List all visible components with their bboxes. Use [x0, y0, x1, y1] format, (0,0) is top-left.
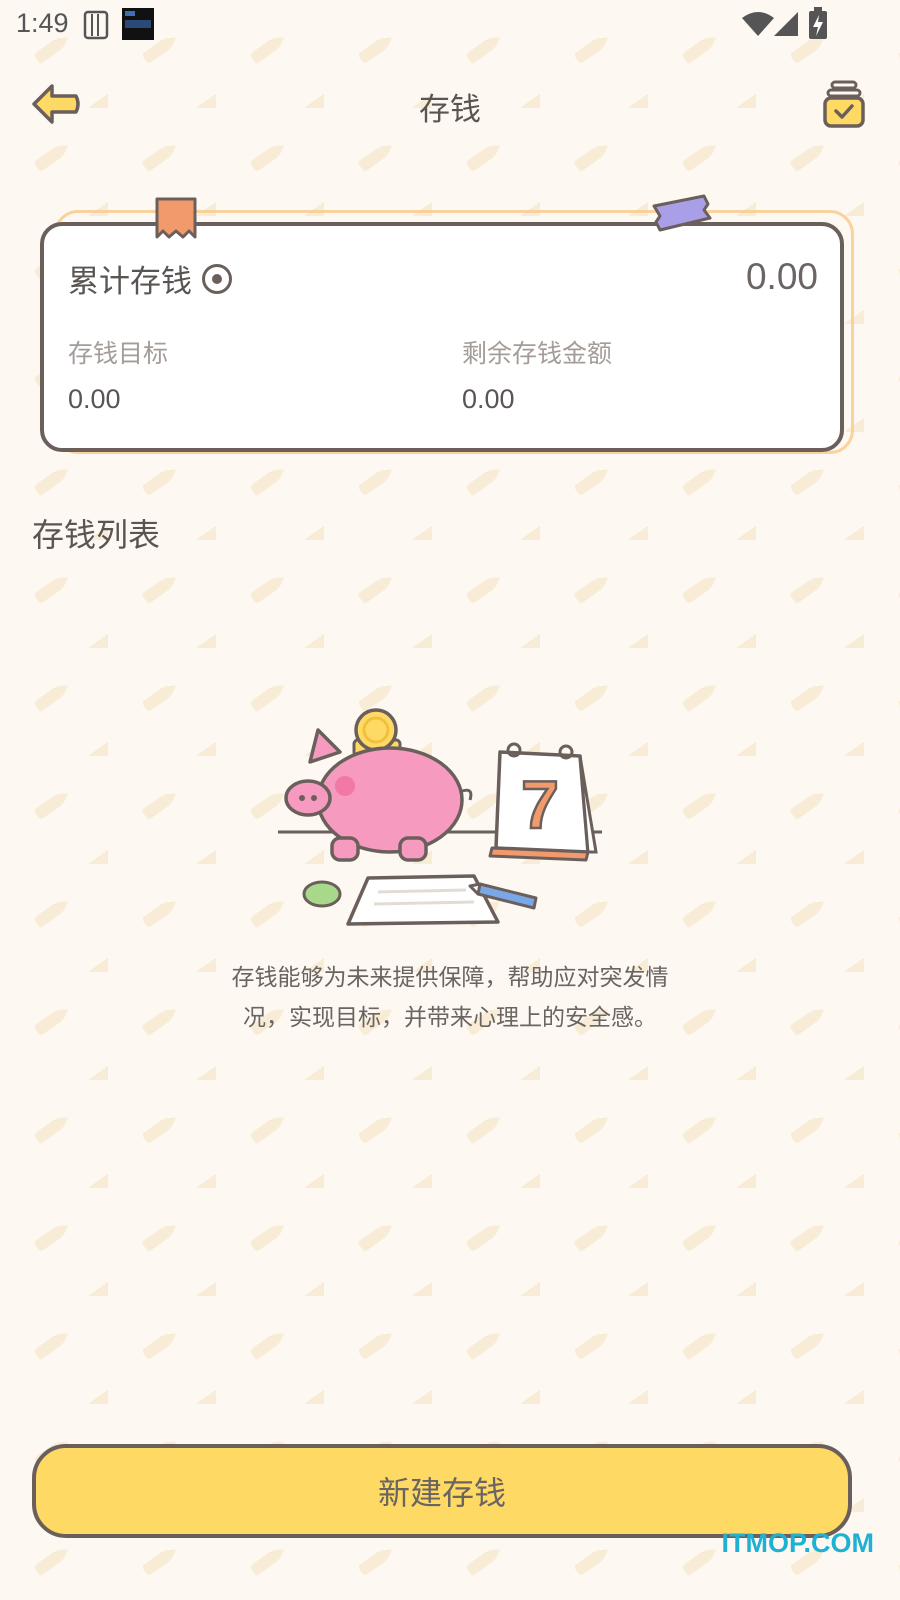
total-savings-value: 0.00: [745, 256, 818, 297]
card-body: 累计存钱 0.00 存钱目标 0.00 剩余存钱金额 0.00: [40, 222, 844, 452]
page-title: 存钱: [419, 92, 481, 128]
top-bar: 存钱: [0, 70, 900, 140]
calendar-day: 7: [521, 767, 559, 843]
orange-tape-icon: [155, 197, 197, 239]
app-notification-icon: [122, 8, 154, 40]
battery-charging-icon: [809, 7, 827, 39]
savings-record-button[interactable]: [822, 80, 866, 130]
piggy-bank-icon: 7: [278, 708, 602, 926]
remaining-value: 0.00: [462, 384, 515, 414]
savings-summary-card: 累计存钱 0.00 存钱目标 0.00 剩余存钱金额 0.00: [36, 194, 866, 476]
goal-value: 0.00: [68, 384, 121, 414]
sim-card-icon: [83, 10, 109, 40]
status-time: 1:49: [16, 8, 69, 38]
empty-state-message: 存钱能够为未来提供保障，帮助应对突发情 况，实现目标，并带来心理上的安全感。: [150, 958, 750, 1038]
jar-check-icon: [823, 80, 865, 128]
new-savings-button[interactable]: 新建存钱: [32, 1444, 852, 1538]
savings-list-title: 存钱列表: [32, 516, 161, 554]
calendar-icon: 7: [488, 742, 598, 862]
status-bar: 1:49: [0, 0, 900, 48]
empty-state-line-1: 存钱能够为未来提供保障，帮助应对突发情: [231, 965, 669, 991]
goal-label: 存钱目标: [68, 339, 169, 368]
signal-icon: [774, 12, 798, 36]
total-savings-header: 累计存钱: [68, 256, 232, 301]
remaining-label: 剩余存钱金额: [462, 339, 613, 368]
wifi-icon: [742, 12, 774, 36]
total-savings-label: 累计存钱: [68, 264, 192, 300]
eye-icon[interactable]: [202, 263, 232, 294]
watermark: ITMOP.COM: [721, 1528, 874, 1558]
empty-state-illustration: 7: [270, 700, 620, 940]
empty-state-line-2: 况，实现目标，并带来心理上的安全感。: [243, 1005, 657, 1031]
purple-tape-icon: [652, 194, 712, 232]
